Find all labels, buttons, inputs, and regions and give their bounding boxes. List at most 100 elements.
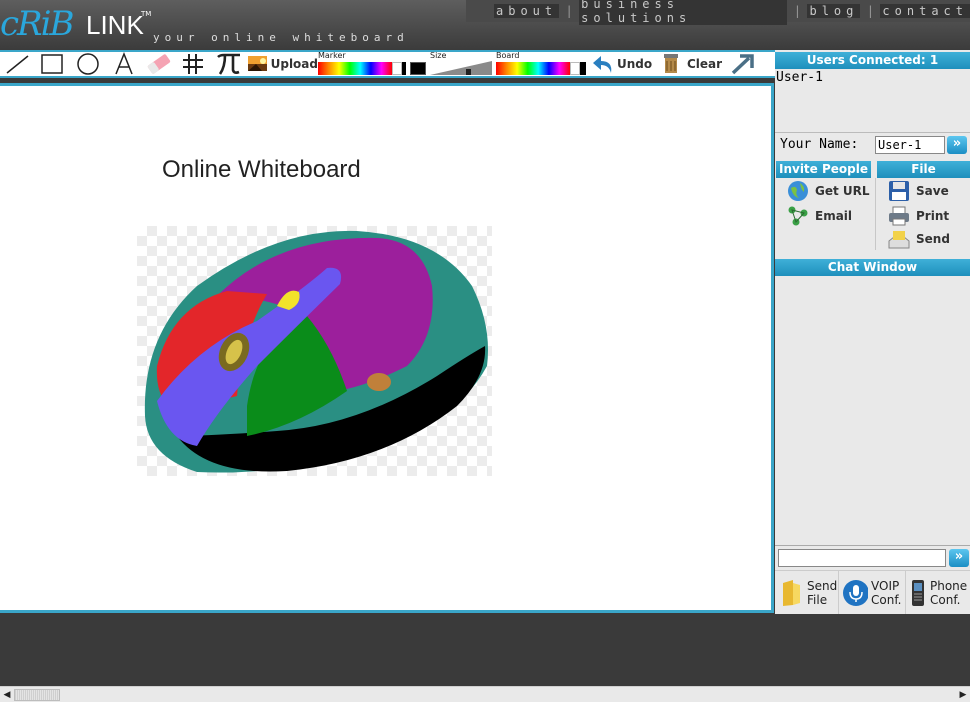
scroll-left-arrow-icon[interactable]: ◀ <box>1 689 13 701</box>
chat-input-row: » <box>775 545 970 569</box>
send-file-button[interactable]: Send File <box>775 571 839 614</box>
line-icon <box>6 55 29 74</box>
your-name-label: Your Name: <box>780 137 859 152</box>
marker-white-swatch[interactable] <box>392 62 402 75</box>
communication-buttons: Send File VOIP Conf. Phone Conf. <box>775 570 970 614</box>
sidebar: Users Connected: 1 User-1 Your Name: » I… <box>775 50 970 614</box>
line-tool[interactable] <box>0 52 34 76</box>
email-button[interactable]: Email <box>787 205 852 227</box>
text-tool[interactable] <box>106 52 142 76</box>
text-a-icon <box>115 52 133 75</box>
upload-button[interactable]: Upload <box>248 52 318 76</box>
your-name-input[interactable] <box>875 135 945 154</box>
phone-conference-button[interactable]: Phone Conf. <box>906 571 970 614</box>
pi-icon <box>217 53 240 75</box>
circle-icon <box>77 53 99 75</box>
board-white-swatch[interactable] <box>570 62 580 75</box>
scrollbar-thumb[interactable] <box>14 689 60 701</box>
eraser-icon <box>147 54 171 74</box>
get-url-button[interactable]: Get URL <box>787 180 870 202</box>
size-label: Size <box>430 51 447 60</box>
computer-mouse-image <box>137 226 492 476</box>
rectangle-tool[interactable] <box>34 52 70 76</box>
nav-separator: | <box>795 4 800 18</box>
users-connected-header: Users Connected: 1 <box>775 52 970 69</box>
nav-business-solutions[interactable]: business solutions <box>579 0 788 25</box>
floppy-disk-icon <box>888 180 910 202</box>
send-button[interactable]: Send <box>888 228 950 250</box>
phone-line1: Phone <box>930 578 968 593</box>
horizontal-scrollbar[interactable]: ◀ ▶ <box>0 686 970 702</box>
print-button[interactable]: Print <box>888 205 949 227</box>
name-submit-button[interactable]: » <box>947 135 967 154</box>
nav-separator: | <box>567 4 572 18</box>
logo-text: LINK <box>86 10 144 40</box>
chat-window-header: Chat Window <box>775 259 970 276</box>
chat-send-button[interactable]: » <box>949 548 969 567</box>
nav-blog[interactable]: blog <box>807 4 861 18</box>
phone-line2: Conf. <box>930 592 961 607</box>
save-label: Save <box>916 184 949 198</box>
upload-label: Upload <box>270 57 318 71</box>
clear-label: Clear <box>687 57 723 71</box>
send-mail-icon <box>888 228 910 250</box>
grid-icon <box>183 54 203 74</box>
nav-about[interactable]: about <box>494 4 560 18</box>
whiteboard-canvas[interactable]: Online Whiteboard <box>0 83 774 613</box>
undo-label: Undo <box>617 57 653 71</box>
grid-tool[interactable] <box>176 52 210 76</box>
marker-color-gradient[interactable] <box>318 62 392 75</box>
image-upload-icon <box>248 56 267 71</box>
logo-mark: cRiB <box>0 4 75 44</box>
double-chevron-right-icon: » <box>952 135 962 151</box>
pointer-tool[interactable] <box>729 52 757 76</box>
your-name-row: Your Name: » <box>775 132 970 156</box>
marker-selected-color <box>410 62 426 75</box>
board-label: Board <box>496 51 520 60</box>
logo-trademark: TM <box>141 10 152 18</box>
user-list-item: User-1 <box>776 70 823 85</box>
voip-line2: Conf. <box>871 592 902 607</box>
voip-conference-button[interactable]: VOIP Conf. <box>839 571 906 614</box>
circle-tool[interactable] <box>70 52 106 76</box>
folder-file-icon <box>778 578 804 608</box>
undo-arrow-icon <box>593 56 612 73</box>
size-wedge-icon <box>430 61 492 75</box>
printer-icon <box>888 205 910 227</box>
undo-button[interactable]: Undo <box>591 52 661 76</box>
header: cRiB LINK TM your online whiteboard abou… <box>0 0 970 50</box>
voip-line1: VOIP <box>871 578 900 593</box>
eraser-tool[interactable] <box>142 52 176 76</box>
marker-color-palette[interactable]: Marker <box>318 51 430 76</box>
double-chevron-right-icon: » <box>954 548 964 564</box>
arrow-up-right-icon <box>731 54 754 75</box>
send-file-line2: File <box>807 592 828 607</box>
microphone-icon <box>842 578 868 608</box>
nav-contact[interactable]: contact <box>880 4 970 18</box>
people-network-icon <box>787 205 809 227</box>
file-header: File <box>877 161 970 178</box>
mobile-phone-icon <box>909 578 927 608</box>
top-nav: about | business solutions | blog | cont… <box>466 0 970 25</box>
board-color-palette[interactable]: Board <box>496 51 591 76</box>
whiteboard-text: Online Whiteboard <box>162 156 361 183</box>
email-label: Email <box>815 209 853 223</box>
scroll-right-arrow-icon[interactable]: ▶ <box>957 689 969 701</box>
math-tool[interactable] <box>210 52 248 76</box>
user-list: User-1 <box>776 70 823 85</box>
invite-people-header: Invite People <box>776 161 871 178</box>
chat-input[interactable] <box>778 548 946 567</box>
board-black-swatch[interactable] <box>580 62 586 75</box>
tagline: your online whiteboard <box>153 31 409 44</box>
clear-button[interactable]: Clear <box>661 52 729 76</box>
marker-label: Marker <box>318 51 346 60</box>
send-file-line1: Send <box>807 578 838 593</box>
marker-size-slider[interactable]: Size <box>430 51 496 76</box>
board-color-gradient[interactable] <box>496 62 570 75</box>
nav-separator: | <box>868 4 873 18</box>
save-button[interactable]: Save <box>888 180 949 202</box>
marker-black-swatch[interactable] <box>402 62 406 75</box>
drawing-toolbar: Upload Marker Size Board Undo Clear <box>0 50 775 78</box>
print-label: Print <box>916 209 950 223</box>
send-label: Send <box>916 232 950 246</box>
